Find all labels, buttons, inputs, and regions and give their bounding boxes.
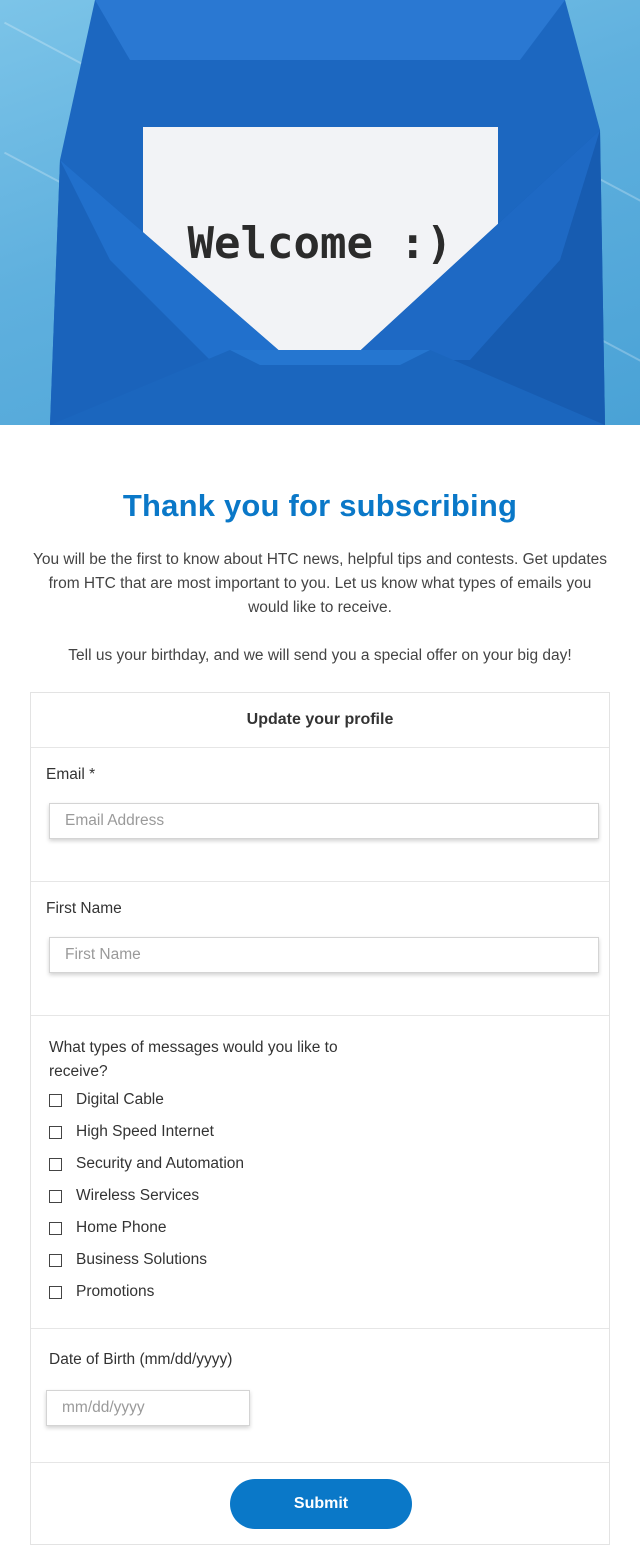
option-promotions[interactable]: Promotions bbox=[49, 1280, 154, 1304]
checkbox[interactable] bbox=[49, 1285, 62, 1299]
dob-section: Date of Birth (mm/dd/yyyy) bbox=[31, 1329, 609, 1463]
welcome-card-text: Welcome :) bbox=[188, 218, 453, 269]
hero-image: Welcome :) bbox=[0, 0, 640, 425]
checkbox[interactable] bbox=[49, 1221, 62, 1235]
first-name-label: First Name bbox=[46, 900, 122, 917]
form-heading: Update your profile bbox=[31, 693, 609, 748]
checkbox[interactable] bbox=[49, 1093, 62, 1107]
email-input[interactable] bbox=[49, 803, 599, 839]
birthday-note: Tell us your birthday, and we will send … bbox=[68, 647, 572, 664]
option-high-speed-internet[interactable]: High Speed Internet bbox=[49, 1120, 214, 1144]
intro-text: You will be the first to know about HTC … bbox=[32, 551, 608, 616]
message-types-question: What types of messages would you like to… bbox=[49, 1039, 338, 1080]
option-wireless-services[interactable]: Wireless Services bbox=[49, 1184, 199, 1208]
dob-label: Date of Birth (mm/dd/yyyy) bbox=[49, 1351, 233, 1368]
dob-input[interactable] bbox=[46, 1390, 250, 1426]
checkbox[interactable] bbox=[49, 1253, 62, 1267]
page-title: Thank you for subscribing bbox=[122, 488, 518, 523]
checkbox[interactable] bbox=[49, 1125, 62, 1139]
submit-button[interactable]: Submit bbox=[230, 1479, 412, 1529]
profile-form: Update your profile Email * First Name W… bbox=[30, 692, 610, 1545]
email-label: Email * bbox=[46, 766, 96, 783]
option-home-phone[interactable]: Home Phone bbox=[49, 1216, 166, 1240]
first-name-section: First Name bbox=[31, 882, 609, 1016]
first-name-input[interactable] bbox=[49, 937, 599, 973]
envelope-illustration: Welcome :) bbox=[50, 0, 605, 425]
checkbox[interactable] bbox=[49, 1189, 62, 1203]
message-types-section: What types of messages would you like to… bbox=[31, 1016, 609, 1329]
option-digital-cable[interactable]: Digital Cable bbox=[49, 1088, 164, 1112]
option-security-automation[interactable]: Security and Automation bbox=[49, 1152, 244, 1176]
option-business-solutions[interactable]: Business Solutions bbox=[49, 1248, 207, 1272]
email-section: Email * bbox=[31, 748, 609, 882]
checkbox[interactable] bbox=[49, 1157, 62, 1171]
